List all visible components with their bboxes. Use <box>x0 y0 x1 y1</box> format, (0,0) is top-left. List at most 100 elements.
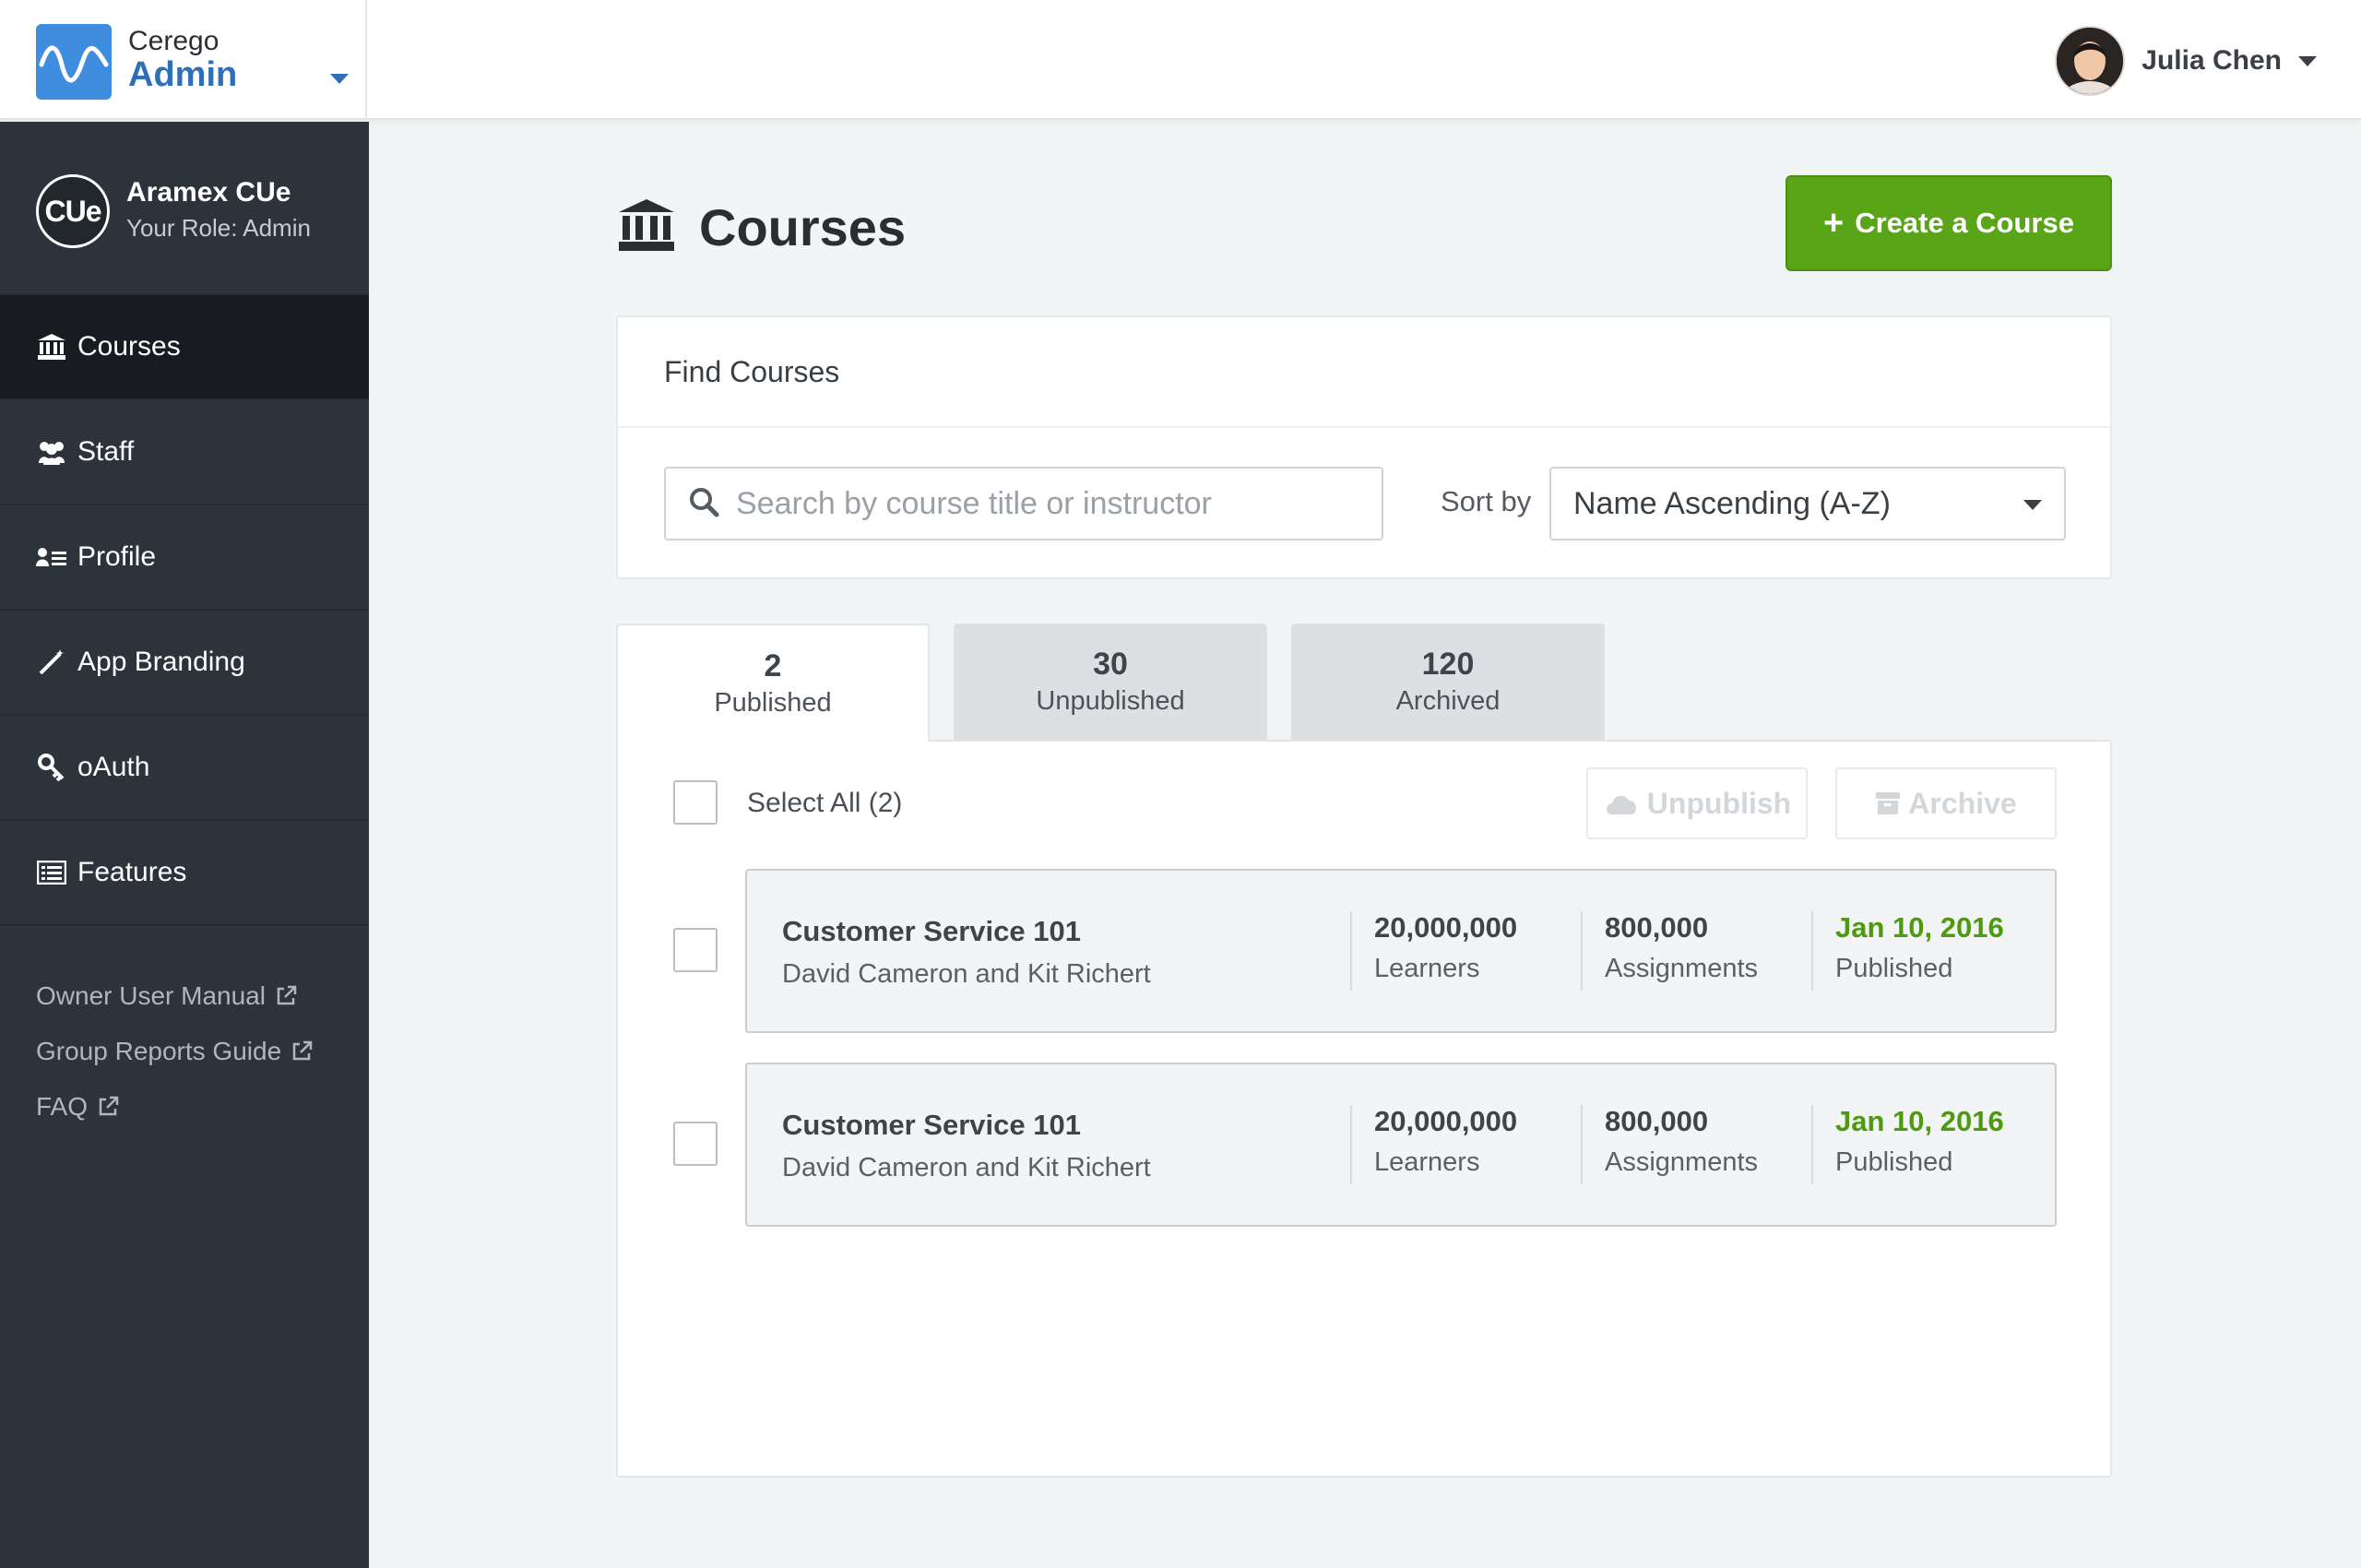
divider <box>1811 911 1813 991</box>
assignments-stat: 800,000 Assignments <box>1605 1105 1758 1178</box>
sidebar-item-staff[interactable]: Staff <box>0 400 369 505</box>
sidebar-item-label: App Branding <box>77 647 245 677</box>
find-courses-panel: Find Courses Sort by Name Ascending (A-Z… <box>616 315 2112 579</box>
tab-label: Archived <box>1395 686 1501 716</box>
sort-value: Name Ascending (A-Z) <box>1573 485 1891 521</box>
sidebar-item-app-branding[interactable]: App Branding <box>0 611 369 716</box>
archive-label: Archive <box>1908 786 2017 820</box>
page-title: Courses <box>699 197 907 256</box>
owner-user-manual-link[interactable]: Owner User Manual <box>36 968 313 1024</box>
course-instructors: David Cameron and Kit Richert <box>782 1153 1151 1182</box>
archive-button[interactable]: Archive <box>1835 767 2057 839</box>
course-row[interactable]: Customer Service 101 David Cameron and K… <box>745 1063 2057 1227</box>
learners-label: Learners <box>1374 1147 1480 1177</box>
tab-count: 30 <box>1093 647 1128 682</box>
learners-label: Learners <box>1374 954 1480 983</box>
user-name: Julia Chen <box>2142 45 2282 76</box>
page-header: Courses <box>616 181 906 273</box>
sidebar: CUe Aramex CUe Your Role: Admin Courses … <box>0 122 369 1568</box>
assignments-stat: 800,000 Assignments <box>1605 911 1758 984</box>
course-row[interactable]: Customer Service 101 David Cameron and K… <box>745 869 2057 1033</box>
sidebar-nav: Courses Staff Profile App Branding oAuth <box>0 295 369 926</box>
sidebar-item-label: Features <box>77 857 187 887</box>
select-all-checkbox[interactable] <box>673 780 718 825</box>
search-box[interactable] <box>664 467 1383 540</box>
learners-value: 20,000,000 <box>1374 1105 1518 1137</box>
external-link-icon <box>291 1040 313 1063</box>
assignments-value: 800,000 <box>1605 1105 1709 1137</box>
chevron-down-icon <box>2298 55 2317 66</box>
cerego-logo-icon <box>36 24 112 100</box>
publish-date: Jan 10, 2016 <box>1835 1105 2004 1137</box>
divider <box>1581 1105 1583 1184</box>
create-course-button[interactable]: + Create a Course <box>1786 175 2112 271</box>
course-list-panel: Select All (2) Unpublish Archive Custome… <box>616 740 2112 1478</box>
bank-icon <box>35 330 68 363</box>
course-title: Customer Service 101 <box>782 1109 1081 1141</box>
magic-wand-icon <box>35 646 68 679</box>
search-input[interactable] <box>734 484 1361 523</box>
status-stat: Jan 10, 2016 Published <box>1835 1105 2004 1178</box>
find-courses-title: Find Courses <box>618 317 2110 428</box>
brand-menu[interactable]: Cerego Admin <box>0 0 367 120</box>
group-reports-guide-link[interactable]: Group Reports Guide <box>36 1024 313 1079</box>
profile-list-icon <box>35 540 68 574</box>
tab-published[interactable]: 2 Published <box>616 624 930 742</box>
sidebar-item-label: oAuth <box>77 752 150 782</box>
sidebar-item-label: Profile <box>77 541 157 572</box>
sort-select[interactable]: Name Ascending (A-Z) <box>1549 467 2066 540</box>
divider <box>1811 1105 1813 1184</box>
sidebar-item-label: Staff <box>77 436 135 467</box>
status-label: Published <box>1835 1147 1953 1177</box>
user-menu[interactable]: Julia Chen <box>2055 26 2317 96</box>
course-instructors: David Cameron and Kit Richert <box>782 959 1151 989</box>
cloud-icon <box>1603 790 1640 816</box>
sort-label: Sort by <box>1441 485 1532 517</box>
link-label: Owner User Manual <box>36 981 266 1010</box>
sidebar-item-profile[interactable]: Profile <box>0 505 369 611</box>
divider <box>1581 911 1583 991</box>
tab-archived[interactable]: 120 Archived <box>1291 624 1605 740</box>
learners-stat: 20,000,000 Learners <box>1374 1105 1517 1178</box>
course-title: Customer Service 101 <box>782 915 1081 947</box>
link-label: FAQ <box>36 1092 89 1121</box>
divider <box>1350 1105 1352 1184</box>
learners-stat: 20,000,000 Learners <box>1374 911 1517 984</box>
tab-count: 2 <box>764 648 782 683</box>
help-links: Owner User Manual Group Reports Guide FA… <box>36 968 313 1134</box>
faq-link[interactable]: FAQ <box>36 1079 313 1134</box>
org-name: Aramex CUe <box>126 177 291 208</box>
course-checkbox[interactable] <box>673 928 718 972</box>
org-role: Your Role: Admin <box>126 214 311 242</box>
assignments-label: Assignments <box>1605 954 1759 983</box>
external-link-icon <box>275 985 297 1007</box>
brand-section: Admin <box>128 55 238 94</box>
search-icon <box>688 486 719 522</box>
assignments-value: 800,000 <box>1605 911 1709 944</box>
sidebar-item-label: Courses <box>77 331 181 362</box>
tab-count: 120 <box>1421 647 1475 682</box>
unpublish-button[interactable]: Unpublish <box>1586 767 1808 839</box>
top-bar: Cerego Admin Julia Chen <box>0 0 2361 120</box>
course-checkbox[interactable] <box>673 1122 718 1166</box>
publish-date: Jan 10, 2016 <box>1835 911 2004 944</box>
assignments-label: Assignments <box>1605 1147 1759 1177</box>
unpublish-label: Unpublish <box>1646 786 1792 820</box>
status-label: Published <box>1835 954 1953 983</box>
organization-header: CUe Aramex CUe Your Role: Admin <box>0 122 369 295</box>
key-icon <box>35 751 68 784</box>
sidebar-item-features[interactable]: Features <box>0 821 369 926</box>
tab-label: Unpublished <box>1036 686 1185 716</box>
tab-unpublished[interactable]: 30 Unpublished <box>954 624 1267 740</box>
sidebar-item-oauth[interactable]: oAuth <box>0 716 369 821</box>
learners-value: 20,000,000 <box>1374 911 1518 944</box>
plus-icon: + <box>1823 204 1845 243</box>
avatar <box>2055 26 2126 96</box>
org-logo: CUe <box>36 174 110 248</box>
select-all-label: Select All (2) <box>747 788 903 818</box>
sidebar-item-courses[interactable]: Courses <box>0 295 369 400</box>
chevron-down-icon[interactable] <box>330 74 349 84</box>
users-icon <box>35 435 68 469</box>
bank-icon <box>616 197 677 257</box>
link-label: Group Reports Guide <box>36 1037 282 1065</box>
